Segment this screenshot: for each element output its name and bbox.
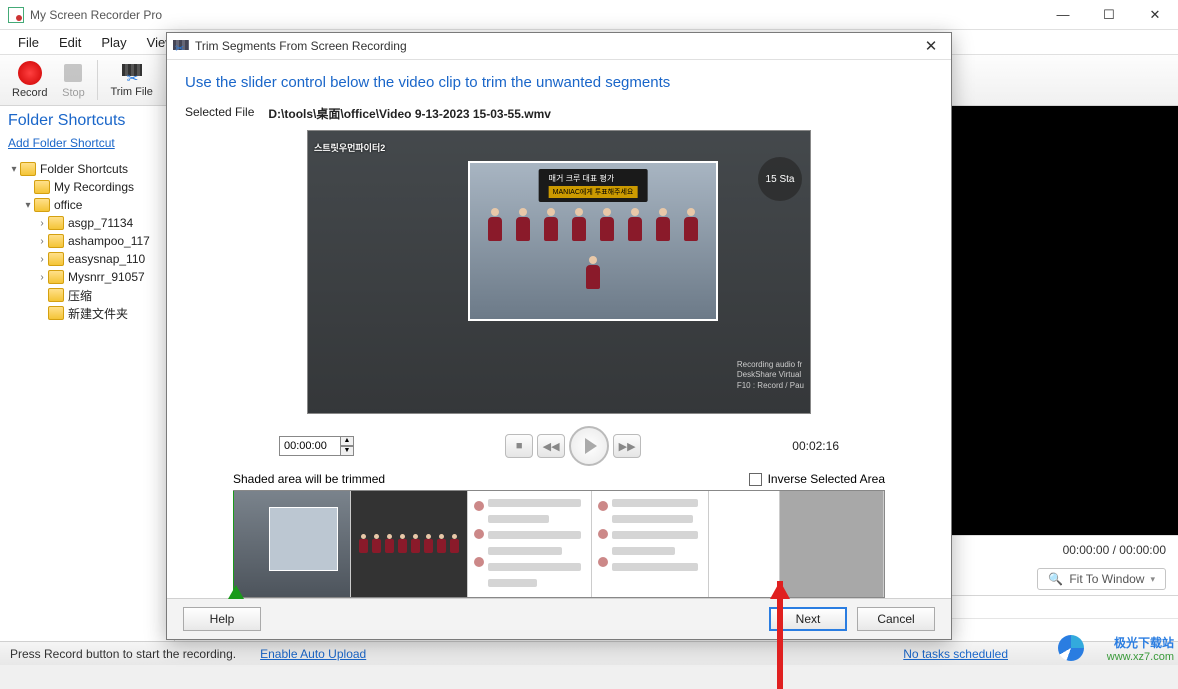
toolbar-separator bbox=[97, 60, 98, 100]
selected-file-label: Selected File bbox=[185, 105, 254, 122]
dialog-footer: Help Next Cancel bbox=[167, 598, 951, 639]
dialog-close-button[interactable]: ✕ bbox=[911, 37, 951, 55]
enable-auto-upload-link[interactable]: Enable Auto Upload bbox=[260, 647, 366, 661]
watermark-url: www.xz7.com bbox=[1107, 651, 1174, 663]
stop-label: Stop bbox=[62, 87, 85, 99]
dialog-instruction: Use the slider control below the video c… bbox=[185, 74, 933, 91]
folder-tree: ▾Folder Shortcuts My Recordings ▾office … bbox=[8, 160, 166, 322]
folder-icon bbox=[48, 234, 64, 248]
selected-file-row: Selected File D:\tools\桌面\office\Video 9… bbox=[185, 105, 933, 122]
tasks-scheduled-link[interactable]: No tasks scheduled bbox=[903, 647, 1008, 661]
time-input[interactable]: 00:00:00 bbox=[279, 436, 341, 456]
spinner-down-icon[interactable]: ▼ bbox=[340, 446, 354, 456]
timeline-shaded-area bbox=[780, 491, 884, 597]
selected-file-path: D:\tools\桌面\office\Video 9-13-2023 15-03… bbox=[268, 105, 551, 122]
watermark-brand: 极光下载站 bbox=[1114, 634, 1174, 651]
tree-item[interactable]: ›ashampoo_117 bbox=[8, 232, 166, 250]
preview-rec-info: Recording audio fr DeskShare Virtual F10… bbox=[737, 360, 804, 391]
maximize-button[interactable]: ☐ bbox=[1086, 0, 1132, 30]
stop-button[interactable]: Stop bbox=[55, 59, 91, 101]
minimize-button[interactable]: — bbox=[1040, 0, 1086, 30]
trim-file-button[interactable]: Trim File bbox=[104, 60, 158, 100]
inverse-label: Inverse Selected Area bbox=[768, 472, 885, 486]
folder-icon bbox=[48, 288, 64, 302]
rewind-button[interactable]: ◀◀ bbox=[537, 434, 565, 458]
tree-item[interactable]: ›asgp_71134 bbox=[8, 214, 166, 232]
stop-icon bbox=[61, 61, 85, 85]
spinner-up-icon[interactable]: ▲ bbox=[340, 436, 354, 446]
folder-icon bbox=[34, 198, 50, 212]
dialog-titlebar: Trim Segments From Screen Recording ✕ bbox=[167, 33, 951, 60]
play-button[interactable] bbox=[569, 426, 609, 466]
dialog-title: Trim Segments From Screen Recording bbox=[195, 39, 407, 53]
preview-people bbox=[470, 163, 716, 319]
folder-icon bbox=[34, 180, 50, 194]
video-preview-frame: 스트릿우먼파이터2 매거 크루 대표 평가 MANIAC에게 투표해주세요 15… bbox=[307, 130, 811, 414]
window-controls: — ☐ ✕ bbox=[1040, 0, 1178, 30]
titlebar: My Screen Recorder Pro — ☐ ✕ bbox=[0, 0, 1178, 30]
folder-icon bbox=[48, 270, 64, 284]
inverse-selected-checkbox[interactable]: Inverse Selected Area bbox=[749, 472, 885, 486]
record-label: Record bbox=[12, 87, 47, 99]
total-time: 00:02:16 bbox=[792, 439, 839, 453]
record-button[interactable]: Record bbox=[6, 59, 53, 101]
watermark-logo-icon bbox=[1058, 635, 1084, 661]
tree-item-my-recordings[interactable]: My Recordings bbox=[8, 178, 166, 196]
folder-icon bbox=[48, 306, 64, 320]
sidebar-title: Folder Shortcuts bbox=[8, 112, 166, 130]
preview-logo-text: 스트릿우먼파이터2 bbox=[314, 141, 385, 154]
timeline-right-handle[interactable] bbox=[770, 581, 790, 599]
record-icon bbox=[18, 61, 42, 85]
trim-icon bbox=[120, 62, 144, 86]
stop-playback-button[interactable]: ■ bbox=[505, 434, 533, 458]
playback-controls-row: 00:00:00 ▲▼ ■ ◀◀ ▶▶ 00:02:16 bbox=[185, 426, 933, 466]
time-spinner[interactable]: ▲▼ bbox=[340, 436, 354, 456]
sidebar: Folder Shortcuts Add Folder Shortcut ▾Fo… bbox=[0, 106, 175, 641]
folder-icon bbox=[20, 162, 36, 176]
watermark: 极光下载站 www.xz7.com bbox=[1107, 634, 1174, 663]
preview-countdown-badge: 15 Sta bbox=[758, 157, 802, 201]
menu-edit[interactable]: Edit bbox=[51, 33, 89, 52]
help-button[interactable]: Help bbox=[183, 607, 261, 631]
zoom-icon: 🔍 bbox=[1048, 572, 1063, 586]
trim-info-row: Shaded area will be trimmed Inverse Sele… bbox=[185, 472, 933, 486]
tree-item[interactable]: ›Mysnrr_91057 bbox=[8, 268, 166, 286]
trim-label: Trim File bbox=[110, 86, 152, 98]
close-button[interactable]: ✕ bbox=[1132, 0, 1178, 30]
timeline-left-handle[interactable] bbox=[228, 585, 244, 599]
timeline-thumb bbox=[234, 491, 351, 597]
app-title: My Screen Recorder Pro bbox=[30, 8, 162, 22]
forward-button[interactable]: ▶▶ bbox=[613, 434, 641, 458]
tree-item-office[interactable]: ▾office bbox=[8, 196, 166, 214]
play-controls: ■ ◀◀ ▶▶ bbox=[505, 426, 641, 466]
dialog-body: Use the slider control below the video c… bbox=[167, 60, 951, 598]
checkbox-icon bbox=[749, 473, 762, 486]
trim-dialog: Trim Segments From Screen Recording ✕ Us… bbox=[166, 32, 952, 640]
timeline-thumb bbox=[468, 491, 592, 597]
add-folder-shortcut-link[interactable]: Add Folder Shortcut bbox=[8, 136, 166, 150]
app-icon bbox=[8, 7, 24, 23]
tree-item[interactable]: 压缩 bbox=[8, 286, 166, 304]
statusbar: Press Record button to start the recordi… bbox=[0, 641, 1178, 665]
timeline-thumb bbox=[351, 491, 468, 597]
shaded-area-label: Shaded area will be trimmed bbox=[233, 472, 385, 486]
menu-play[interactable]: Play bbox=[93, 33, 134, 52]
preview-foreground: 매거 크루 대표 평가 MANIAC에게 투표해주세요 bbox=[468, 161, 718, 321]
trim-dialog-icon bbox=[173, 38, 189, 54]
status-hint: Press Record button to start the recordi… bbox=[10, 647, 236, 661]
tree-item[interactable]: 新建文件夹 bbox=[8, 304, 166, 322]
cancel-button[interactable]: Cancel bbox=[857, 607, 935, 631]
fit-to-window-button[interactable]: 🔍Fit To Window bbox=[1037, 568, 1166, 590]
menu-file[interactable]: File bbox=[10, 33, 47, 52]
folder-icon bbox=[48, 252, 64, 266]
tree-root[interactable]: ▾Folder Shortcuts bbox=[8, 160, 166, 178]
timeline-thumb bbox=[592, 491, 709, 597]
folder-icon bbox=[48, 216, 64, 230]
trim-timeline[interactable] bbox=[233, 490, 885, 598]
tree-item[interactable]: ›easysnap_110 bbox=[8, 250, 166, 268]
